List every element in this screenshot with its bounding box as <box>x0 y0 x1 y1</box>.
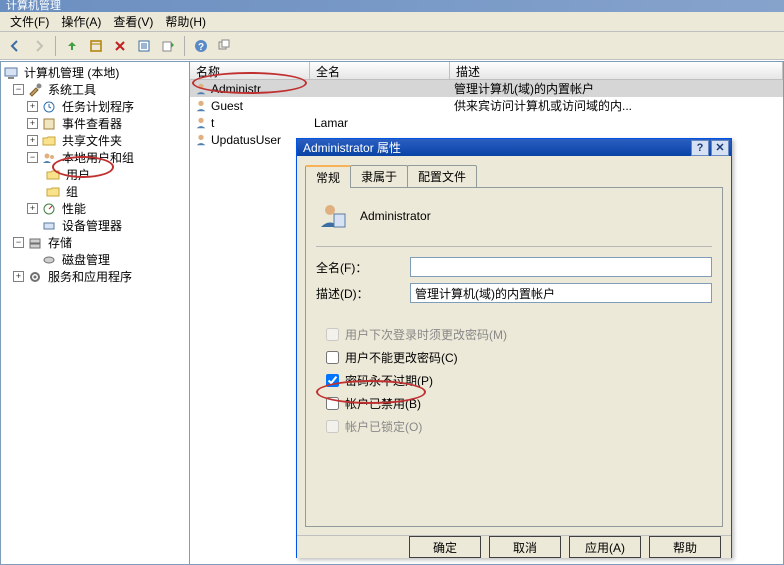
user-icon <box>194 133 208 147</box>
chk-mustchange-box <box>326 328 339 341</box>
help-button[interactable]: ? <box>190 35 212 57</box>
tree-perf[interactable]: + 性能 <box>1 200 189 217</box>
svg-text:?: ? <box>198 42 204 53</box>
tree-users[interactable]: 用户 <box>1 166 189 183</box>
export-button[interactable] <box>157 35 179 57</box>
toolbar-separator <box>184 36 185 56</box>
menu-file[interactable]: 文件(F) <box>4 11 55 32</box>
collapse-icon[interactable]: − <box>27 152 38 163</box>
refresh-button[interactable] <box>133 35 155 57</box>
folder-icon <box>41 133 57 149</box>
spacer <box>27 254 38 265</box>
username: Administrator <box>360 209 431 223</box>
fullname-field[interactable] <box>410 257 712 277</box>
col-desc[interactable]: 描述 <box>450 62 783 79</box>
list-row[interactable]: Guest 供来宾访问计算机或访问域的内... <box>190 97 783 114</box>
help-button[interactable]: ? <box>691 140 709 156</box>
chk-neverexpire[interactable]: 密码永不过期(P) <box>316 371 712 390</box>
toolbar: ? <box>0 32 784 60</box>
tab-member[interactable]: 隶属于 <box>350 165 408 188</box>
tab-page-general: Administrator 全名(F)： 描述(D)： 用户下次登录时须更改密码… <box>305 187 723 527</box>
cancel-button[interactable]: 取消 <box>489 536 561 558</box>
dialog-title-bar[interactable]: Administrator 属性 ? ✕ <box>297 139 731 156</box>
perf-icon <box>41 201 57 217</box>
tab-profile[interactable]: 配置文件 <box>407 165 477 188</box>
desc-field[interactable] <box>410 283 712 303</box>
collapse-icon[interactable]: − <box>13 237 24 248</box>
tree-share[interactable]: + 共享文件夹 <box>1 132 189 149</box>
tree-storage[interactable]: − 存储 <box>1 234 189 251</box>
tree-devmgr[interactable]: 设备管理器 <box>1 217 189 234</box>
list-row[interactable]: t Lamar <box>190 114 783 131</box>
expand-icon[interactable]: + <box>27 118 38 129</box>
chk-disabled[interactable]: 帐户已禁用(B) <box>316 394 712 413</box>
properties-dialog: Administrator 属性 ? ✕ 常规 隶属于 配置文件 Adminis… <box>296 138 732 558</box>
tree-systools[interactable]: − 系统工具 <box>1 81 189 98</box>
dialog-title: Administrator 属性 <box>303 139 401 156</box>
menu-action[interactable]: 操作(A) <box>55 11 107 32</box>
device-icon <box>41 218 57 234</box>
tab-general[interactable]: 常规 <box>305 165 351 188</box>
expand-icon[interactable]: + <box>13 271 24 282</box>
menu-view[interactable]: 查看(V) <box>107 11 159 32</box>
back-button[interactable] <box>4 35 26 57</box>
user-large-icon <box>316 200 348 232</box>
disk-icon <box>41 252 57 268</box>
user-icon <box>194 99 208 113</box>
spacer <box>27 220 38 231</box>
chk-locked: 帐户已锁定(O) <box>316 417 712 436</box>
dialog-footer: 确定 取消 应用(A) 帮助 <box>297 535 731 558</box>
chk-cannotchange[interactable]: 用户不能更改密码(C) <box>316 348 712 367</box>
up-button[interactable] <box>61 35 83 57</box>
list-header[interactable]: 名称 全名 描述 <box>190 62 783 80</box>
tree-diskmgr[interactable]: 磁盘管理 <box>1 251 189 268</box>
event-icon <box>41 116 57 132</box>
chk-disabled-box[interactable] <box>326 397 339 410</box>
menu-bar: 文件(F) 操作(A) 查看(V) 帮助(H) <box>0 12 784 32</box>
properties-button[interactable] <box>85 35 107 57</box>
ok-button[interactable]: 确定 <box>409 536 481 558</box>
col-full[interactable]: 全名 <box>310 62 450 79</box>
forward-button <box>28 35 50 57</box>
menu-help[interactable]: 帮助(H) <box>159 11 212 32</box>
folder-icon <box>45 167 61 183</box>
chk-mustchange: 用户下次登录时须更改密码(M) <box>316 325 712 344</box>
chk-neverexpire-box[interactable] <box>326 374 339 387</box>
desc-label: 描述(D)： <box>316 285 410 302</box>
expand-icon[interactable]: + <box>27 135 38 146</box>
tree-root[interactable]: 计算机管理 (本地) <box>1 64 189 81</box>
toolbar-separator <box>55 36 56 56</box>
fullname-label: 全名(F)： <box>316 259 410 276</box>
tab-headers: 常规 隶属于 配置文件 <box>305 164 723 187</box>
col-name[interactable]: 名称 <box>190 62 310 79</box>
list-row[interactable]: Administr... 管理计算机(域)的内置帐户 <box>190 80 783 97</box>
chk-cannotchange-box[interactable] <box>326 351 339 364</box>
tree-services[interactable]: + 服务和应用程序 <box>1 268 189 285</box>
storage-icon <box>27 235 43 251</box>
user-icon <box>194 116 208 130</box>
apply-button[interactable]: 应用(A) <box>569 536 641 558</box>
expand-icon[interactable]: + <box>27 101 38 112</box>
tools-icon <box>27 82 43 98</box>
services-icon <box>27 269 43 285</box>
clock-icon <box>41 99 57 115</box>
delete-button[interactable] <box>109 35 131 57</box>
windows-button[interactable] <box>214 35 236 57</box>
close-button[interactable]: ✕ <box>711 140 729 156</box>
chk-locked-box <box>326 420 339 433</box>
tree-event[interactable]: + 事件查看器 <box>1 115 189 132</box>
folder-icon <box>45 184 61 200</box>
users-icon <box>41 150 57 166</box>
collapse-icon[interactable]: − <box>13 84 24 95</box>
user-icon <box>194 82 208 96</box>
tree-task[interactable]: + 任务计划程序 <box>1 98 189 115</box>
help-button[interactable]: 帮助 <box>649 536 721 558</box>
tree-localusers[interactable]: − 本地用户和组 <box>1 149 189 166</box>
tree-groups[interactable]: 组 <box>1 183 189 200</box>
expand-icon[interactable]: + <box>27 203 38 214</box>
tree-pane[interactable]: 计算机管理 (本地) − 系统工具 + 任务计划程序 + 事件查看器 + 共享文… <box>0 61 190 565</box>
computer-icon <box>3 65 19 81</box>
